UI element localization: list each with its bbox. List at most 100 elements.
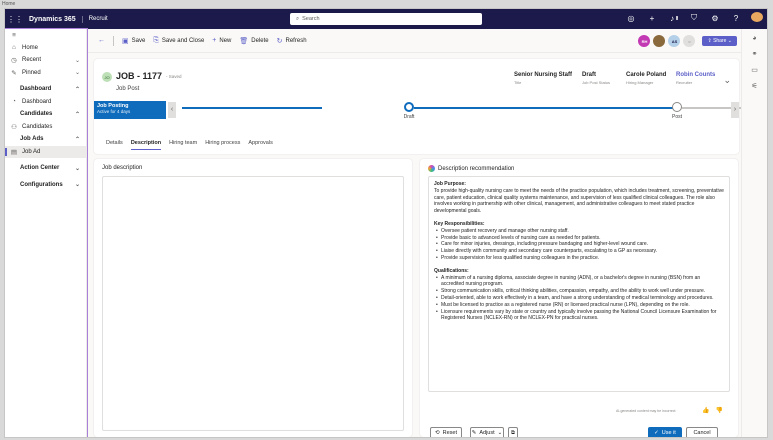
feedback-buttons: 👍 👎	[702, 407, 723, 414]
delete-button[interactable]: 🗑 Delete	[239, 37, 268, 45]
bell-icon[interactable]: ♪ 1	[667, 14, 679, 23]
expand-header-button[interactable]: ⌄	[723, 75, 731, 86]
thumbs-up-icon[interactable]: 👍	[702, 407, 709, 414]
bpf-stage-post[interactable]	[672, 102, 682, 112]
bpf-track: Draft Post	[178, 102, 767, 120]
notification-badge: 1	[676, 15, 678, 20]
teams-icon[interactable]: ⚭	[752, 50, 758, 58]
app-area[interactable]: Recruit	[83, 16, 108, 22]
help-icon[interactable]: ?	[730, 14, 742, 23]
sidebar-group-candidates[interactable]: Candidates ⌃	[5, 108, 86, 121]
top-icons: ◎ + ♪ 1 ⛉ ⚙ ?	[625, 12, 763, 24]
record-title: JOB - 1177	[116, 71, 163, 81]
tab-details[interactable]: Details	[106, 140, 123, 150]
sidebar-group-action-center[interactable]: Action Center ⌄	[5, 162, 86, 175]
presence-avatar[interactable]: RH	[638, 35, 651, 47]
record-type: Job Post	[116, 86, 140, 92]
settings-rail-icon[interactable]: ⚟	[751, 82, 757, 90]
hamburger-menu[interactable]: ≡	[5, 29, 86, 42]
share-button[interactable]: ⇪ Share ⌄	[702, 36, 737, 46]
sidebar-group-dashboard[interactable]: Dashboard ⌃	[5, 83, 86, 96]
save-close-button[interactable]: ⎘ Save and Close	[153, 37, 204, 45]
sidebar-item-recent[interactable]: ◷ Recent ⌄	[5, 54, 86, 67]
adjust-icon: ✎	[471, 430, 477, 436]
record-tabs: Details Description Hiring team Hiring p…	[106, 140, 273, 150]
section-heading: Job Purpose:	[434, 181, 466, 187]
add-icon[interactable]: +	[646, 14, 658, 23]
list-item: Provide supervision for less qualified n…	[434, 255, 724, 262]
chevron-up-icon: ⌃	[74, 86, 80, 93]
section-heading: Qualifications:	[434, 267, 469, 274]
new-button[interactable]: + New	[212, 37, 231, 44]
adjust-button[interactable]: ✎ Adjust ⌄	[470, 427, 504, 437]
chevron-right-icon: ›	[733, 106, 737, 113]
sidebar-item-pinned[interactable]: ✎ Pinned ⌄	[5, 67, 86, 80]
check-icon: ✓	[654, 430, 659, 436]
sidebar-item-dashboard[interactable]: ◔ Dashboard	[5, 96, 86, 109]
divider	[113, 35, 114, 46]
list-item: Oversee patient recovery and manage othe…	[434, 228, 724, 235]
sidebar-item-candidates[interactable]: ⚇ Candidates	[5, 121, 86, 134]
copilot-rail-icon[interactable]: ◕	[752, 35, 756, 42]
list-item: Care for minor injuries, dressings, incl…	[434, 241, 724, 248]
bpf-prev-button[interactable]: ‹	[168, 102, 176, 118]
clock-icon: ◷	[11, 57, 17, 65]
bpf-next-button[interactable]: ›	[731, 102, 739, 118]
app-launcher-icon[interactable]: ⋮⋮	[5, 15, 25, 24]
avatar[interactable]	[751, 12, 763, 24]
copilot-icon[interactable]: ◎	[625, 14, 637, 23]
presence-avatar[interactable]	[653, 35, 666, 47]
sidebar-item-home[interactable]: ⌂ Home	[5, 42, 86, 55]
command-bar: ← ▣ Save ⎘ Save and Close + New 🗑 Delete ↻ Re…	[88, 29, 741, 53]
refresh-icon: ↻	[276, 37, 283, 45]
presence-avatar[interactable]: AS	[668, 35, 681, 47]
collab-area: RH AS ○ ⇪ Share ⌄	[638, 35, 737, 47]
arrow-left-icon: ←	[98, 37, 105, 44]
use-it-button[interactable]: ✓ Use it	[648, 427, 682, 437]
search-placeholder: Search	[302, 16, 320, 22]
tab-approvals[interactable]: Approvals	[248, 140, 272, 150]
home-icon: ⌂	[12, 44, 16, 52]
back-button[interactable]: ←	[98, 37, 105, 44]
people-icon: ⚇	[11, 123, 17, 131]
bpf-stage-draft[interactable]	[404, 102, 414, 112]
app-window: ⋮⋮ Dynamics 365 Recruit ⌕ Search ◎ + ♪ 1 …	[4, 8, 768, 438]
tab-hiring-process[interactable]: Hiring process	[205, 140, 240, 150]
sidebar-group-configurations[interactable]: Configurations ⌄	[5, 179, 86, 192]
save-icon: ▣	[122, 37, 129, 45]
chat-icon[interactable]: ▭	[751, 66, 758, 74]
purpose-text: To provide high-quality nursing care to …	[434, 187, 724, 215]
list-item: A minimum of a nursing diploma, associat…	[434, 275, 724, 289]
header-field-recruiter: Robin Counts Recruiter	[676, 72, 716, 85]
recruiter-link[interactable]: Robin Counts	[676, 72, 715, 78]
save-button[interactable]: ▣ Save	[122, 37, 145, 45]
chevron-up-icon: ⌃	[74, 136, 80, 143]
job-description-textarea[interactable]	[102, 176, 404, 431]
filter-icon[interactable]: ⛉	[688, 13, 700, 23]
panel-title: Description recommendation	[438, 165, 515, 172]
thumbs-down-icon[interactable]: 👎	[715, 407, 722, 414]
ai-disclaimer: AI-generated content may be incorrect	[616, 409, 676, 413]
refresh-button[interactable]: ↻ Refresh	[277, 37, 307, 45]
bpf-line	[414, 107, 673, 109]
section-heading: Key Responsibilities:	[434, 220, 485, 227]
qualifications-list: A minimum of a nursing diploma, associat…	[434, 275, 724, 323]
search-input[interactable]: ⌕ Search	[290, 13, 482, 25]
sidebar-item-job-ad[interactable]: ▤ Job Ad	[5, 145, 86, 158]
chevron-down-icon: ⌄	[74, 165, 80, 172]
header-field-status: Draft Job Post Status	[582, 72, 611, 85]
tab-description[interactable]: Description	[130, 140, 162, 150]
sidebar-group-job-ads[interactable]: Job Ads ⌃	[5, 133, 86, 146]
tab-hiring-team[interactable]: Hiring team	[169, 140, 197, 150]
cancel-button[interactable]: Cancel	[686, 427, 718, 437]
copy-button[interactable]: ⧉	[508, 427, 518, 437]
dashboard-icon: ◔	[12, 98, 16, 106]
right-rail: ◕ ⚭ ▭ ⚟	[741, 29, 767, 437]
app-name[interactable]: Dynamics 365	[25, 15, 83, 23]
bpf-process-flyout[interactable]: Job Posting Active for 4 days	[94, 101, 166, 119]
presence-avatar[interactable]: ○	[683, 35, 696, 47]
record-header: JO JOB - 1177 - Saved Job Post Senior Nu…	[94, 59, 767, 154]
business-process-flow: Job Posting Active for 4 days ‹ Draft Po…	[94, 101, 767, 120]
reset-button[interactable]: ⟲ Reset	[430, 427, 462, 437]
gear-icon[interactable]: ⚙	[709, 14, 721, 23]
